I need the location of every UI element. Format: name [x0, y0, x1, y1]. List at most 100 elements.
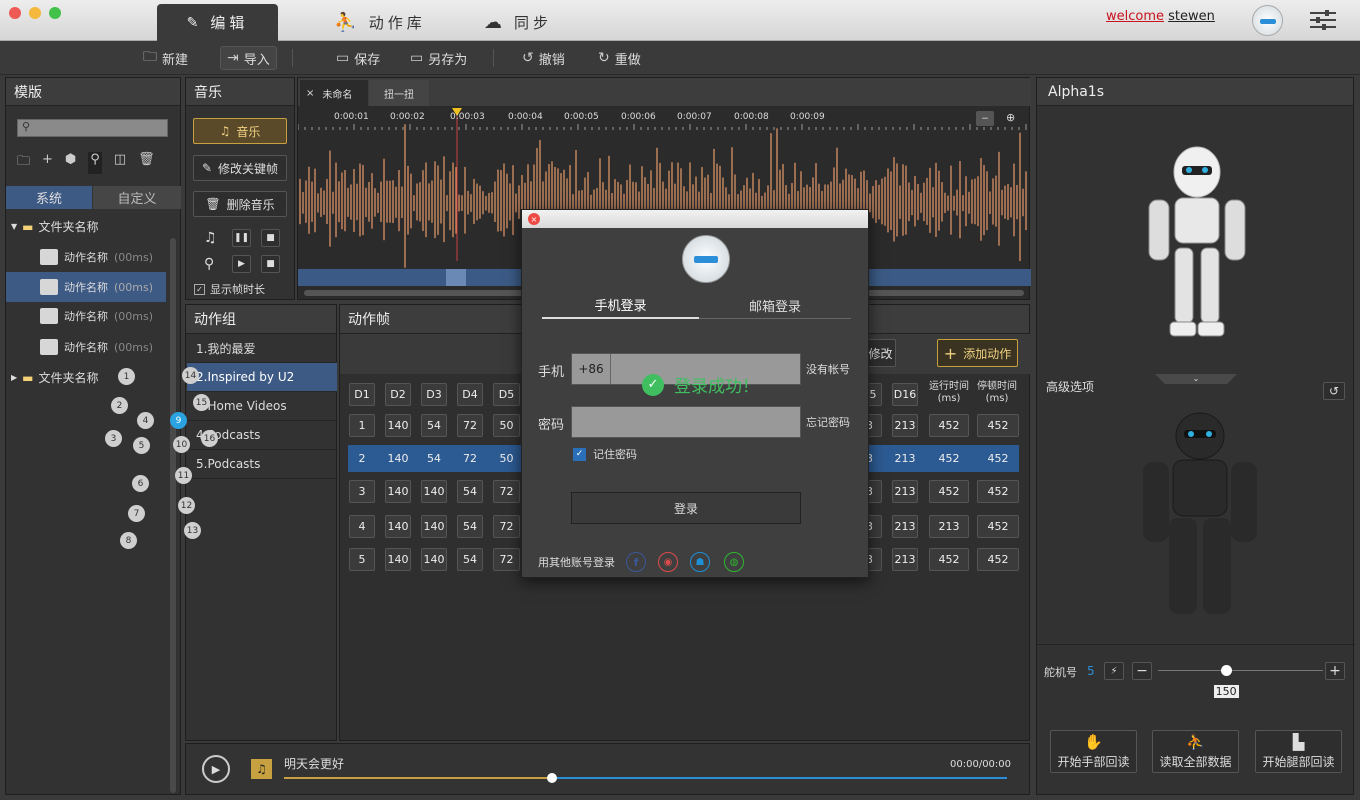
servo-joint-1[interactable]: 1: [118, 368, 135, 385]
leg-readback-button[interactable]: ▙ 开始腿部回读: [1255, 730, 1342, 773]
cube-icon[interactable]: ⬢: [65, 152, 76, 174]
run-time-cell[interactable]: 213: [929, 515, 969, 538]
run-time-cell[interactable]: 452: [929, 548, 969, 571]
stop-time-cell[interactable]: 452: [977, 480, 1019, 503]
table-cell[interactable]: 5: [349, 548, 375, 571]
servo-slider-track[interactable]: [1158, 665, 1323, 676]
stop-time-cell[interactable]: 452: [977, 414, 1019, 437]
servo-joint-7[interactable]: 7: [128, 505, 145, 522]
table-cell[interactable]: 213: [892, 548, 918, 571]
username-link[interactable]: stewen: [1168, 9, 1215, 24]
tab-system[interactable]: 系统: [6, 186, 92, 209]
servo-joint-8[interactable]: 8: [120, 532, 137, 549]
servo-joint-2[interactable]: 2: [111, 397, 128, 414]
table-cell[interactable]: 3: [349, 480, 375, 503]
minimize-window-button[interactable]: [29, 7, 41, 19]
table-cell[interactable]: 213: [892, 447, 918, 470]
table-cell[interactable]: 140: [421, 515, 447, 538]
list-item[interactable]: 动作名称 (00ms): [6, 301, 166, 331]
table-cell[interactable]: 72: [457, 447, 483, 470]
music-button[interactable]: ♫ 音乐: [193, 118, 287, 144]
table-cell[interactable]: 54: [421, 447, 447, 470]
stop-time-cell[interactable]: 452: [977, 515, 1019, 538]
table-cell[interactable]: 54: [421, 414, 447, 437]
table-cell[interactable]: 72: [457, 414, 483, 437]
settings-sliders-icon[interactable]: [1310, 10, 1336, 30]
table-cell[interactable]: 1: [349, 414, 375, 437]
robot-3d-model[interactable]: [1137, 144, 1257, 340]
servo-joint-13[interactable]: 13: [184, 522, 201, 539]
facebook-icon[interactable]: f: [626, 552, 646, 572]
login-button[interactable]: 登录: [571, 492, 801, 524]
tab-edit[interactable]: ✎ 编辑: [157, 4, 278, 41]
run-time-cell[interactable]: 452: [929, 414, 969, 437]
table-cell[interactable]: 140: [385, 515, 411, 538]
play-button[interactable]: ▶: [202, 755, 230, 783]
servo-joint-9[interactable]: 9: [170, 412, 187, 429]
hand-readback-button[interactable]: ✋ 开始手部回读: [1050, 730, 1137, 773]
music-stop-button[interactable]: ■: [261, 229, 280, 247]
folder-item[interactable]: ▼ ▬ 文件夹名称: [11, 218, 99, 235]
action-group-item[interactable]: 3.Home Videos: [187, 392, 337, 421]
template-scrollbar[interactable]: [170, 238, 176, 793]
save-as-button[interactable]: ▭ 另存为: [404, 46, 473, 70]
servo-joint-14[interactable]: 14: [182, 367, 199, 384]
password-field[interactable]: [571, 406, 801, 438]
music-pause-button[interactable]: ❚❚: [232, 229, 251, 247]
stop-time-cell[interactable]: 452: [977, 447, 1019, 470]
lightning-icon[interactable]: ⚡: [1104, 662, 1124, 680]
table-cell[interactable]: 4: [349, 515, 375, 538]
wechat-icon[interactable]: ◍: [724, 552, 744, 572]
tab-email-login[interactable]: 邮箱登录: [699, 292, 851, 319]
action-group-item[interactable]: 2.Inspired by U2: [187, 363, 337, 392]
action-group-item[interactable]: 5.Podcasts: [187, 450, 337, 479]
read-all-button[interactable]: ⛹ 读取全部数据: [1152, 730, 1239, 773]
table-cell[interactable]: 72: [493, 480, 520, 503]
modify-button[interactable]: 修改: [865, 339, 896, 367]
tab-twist[interactable]: 扭一扭: [369, 80, 429, 106]
table-cell[interactable]: 50: [493, 447, 520, 470]
table-cell[interactable]: 72: [493, 548, 520, 571]
servo-joint-3[interactable]: 3: [105, 430, 122, 447]
register-link[interactable]: 没有帐号: [806, 361, 850, 377]
qq-icon[interactable]: ☗: [690, 552, 710, 572]
servo-joint-6[interactable]: 6: [132, 475, 149, 492]
tab-sync[interactable]: ☁ 同步: [478, 4, 558, 41]
forgot-password-link[interactable]: 忘记密码: [806, 414, 850, 430]
save-button[interactable]: ▭ 保存: [330, 46, 386, 70]
list-item[interactable]: 动作名称 (00ms): [6, 242, 166, 272]
tab-phone-login[interactable]: 手机登录: [542, 292, 699, 319]
table-cell[interactable]: 213: [892, 414, 918, 437]
servo-joint-4[interactable]: 4: [137, 412, 154, 429]
song-progress-track[interactable]: [284, 773, 1007, 783]
undo-button[interactable]: ↺ 撤销: [516, 46, 571, 70]
import-button[interactable]: ⇥ 导入: [220, 46, 277, 70]
template-search-input[interactable]: ⚲: [17, 119, 168, 137]
stop-time-cell[interactable]: 452: [977, 548, 1019, 571]
add-action-button[interactable]: + 添加动作: [937, 339, 1018, 367]
table-cell[interactable]: 213: [892, 515, 918, 538]
list-item[interactable]: 动作名称 (00ms): [6, 272, 166, 302]
new-button[interactable]: 🗀 新建: [137, 46, 194, 70]
run-time-cell[interactable]: 452: [929, 447, 969, 470]
table-cell[interactable]: 140: [385, 480, 411, 503]
delete-music-button[interactable]: 🗑 删除音乐: [193, 191, 287, 217]
table-cell[interactable]: 54: [457, 480, 483, 503]
action-play-button[interactable]: ▶: [232, 255, 251, 273]
reset-icon[interactable]: ↺: [1323, 382, 1345, 400]
folder-item[interactable]: ▶ ▬ 文件夹名称: [11, 369, 99, 386]
edit-keyframe-button[interactable]: ✎ 修改关键帧: [193, 155, 287, 181]
trash-icon[interactable]: 🗑: [138, 152, 155, 174]
table-cell[interactable]: 140: [385, 548, 411, 571]
box-icon[interactable]: ◫: [114, 152, 126, 174]
table-cell[interactable]: 140: [385, 447, 411, 470]
table-cell[interactable]: 140: [421, 548, 447, 571]
servo-joint-12[interactable]: 12: [178, 497, 195, 514]
table-cell[interactable]: 54: [457, 548, 483, 571]
servo-joint-16[interactable]: 16: [201, 430, 218, 447]
add-folder-icon[interactable]: 🗀: [17, 152, 30, 174]
robot-action-icon[interactable]: ⚲: [88, 152, 102, 174]
table-cell[interactable]: 140: [385, 414, 411, 437]
show-frame-checkbox[interactable]: ✓ 显示帧时长: [194, 281, 265, 297]
plus-icon[interactable]: +: [42, 152, 53, 174]
